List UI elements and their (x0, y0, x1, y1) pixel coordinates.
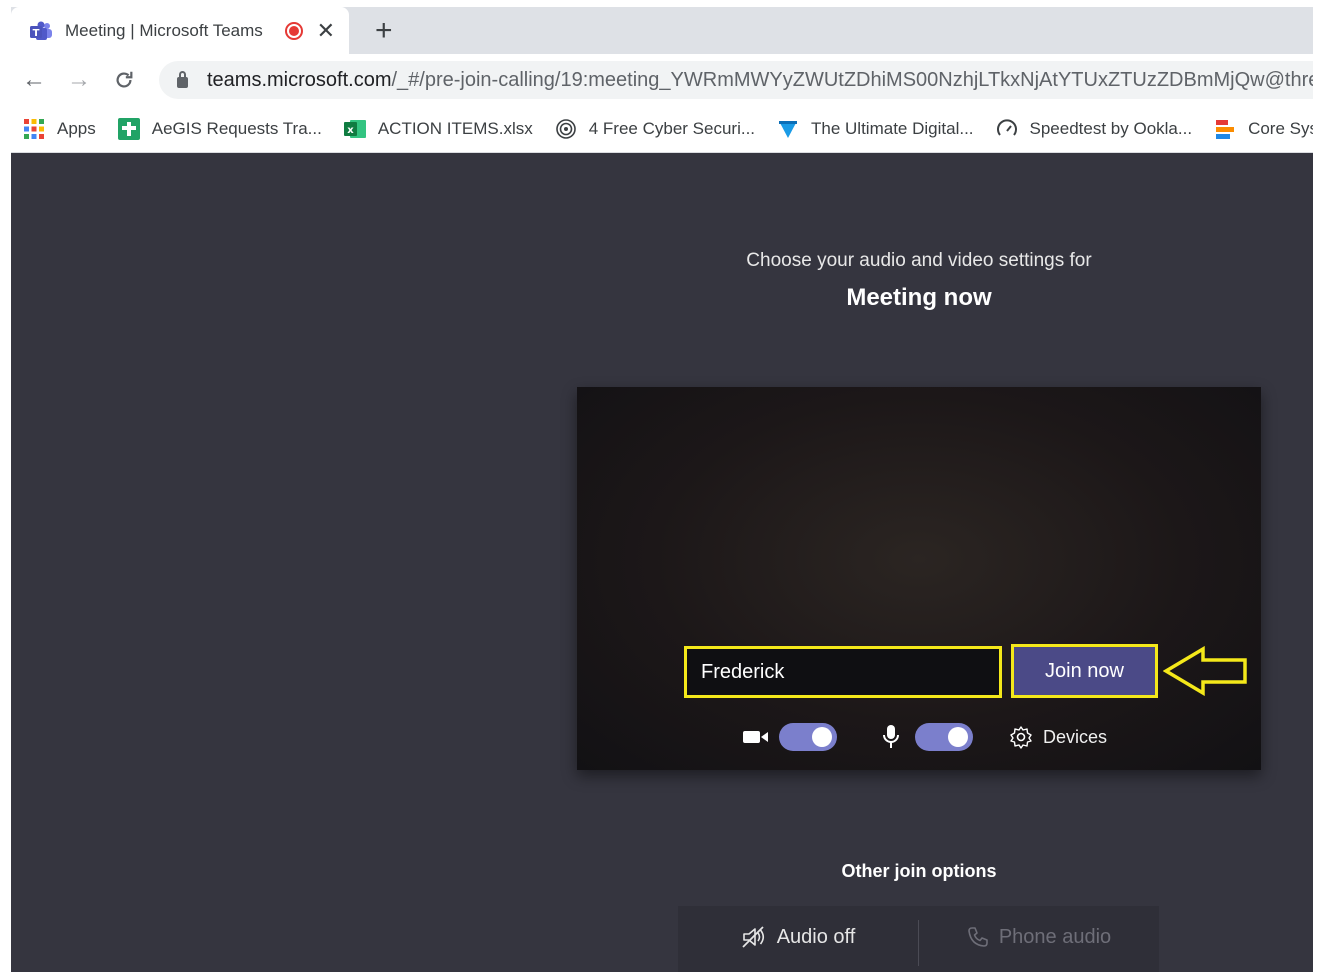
url-path: /_#/pre-join-calling/19:meeting_YWRmMWYy… (391, 68, 1313, 91)
phone-audio-label: Phone audio (998, 925, 1112, 948)
phone-audio-option[interactable]: Phone audio (919, 906, 1159, 972)
join-now-button[interactable]: Join now (1011, 644, 1158, 698)
bookmark-label: The Ultimate Digital... (811, 119, 974, 138)
svg-text:T: T (33, 28, 40, 39)
phone-icon (968, 927, 988, 947)
audio-off-option[interactable]: Audio off (678, 906, 918, 972)
name-field[interactable] (684, 646, 1002, 698)
bookmark-ultimate-digital[interactable]: The Ultimate Digital... (777, 118, 974, 140)
bookmark-speedtest[interactable]: Speedtest by Ookla... (996, 118, 1193, 140)
browser-toolbar: ← → teams.microsoft.com/_#/pre-join-call… (11, 54, 1313, 106)
tab-close-icon[interactable]: ✕ (317, 19, 335, 42)
bookmark-label: Core Syste (1248, 119, 1313, 138)
bookmark-apps[interactable]: Apps (23, 118, 96, 140)
bookmark-core-systems[interactable]: Core Syste (1214, 118, 1313, 140)
recording-dot-icon (284, 21, 303, 40)
microphone-icon (883, 725, 899, 748)
teams-prejoin-page: Choose your audio and video settings for… (11, 153, 1313, 972)
bookmark-action-items[interactable]: x ACTION ITEMS.xlsx (343, 118, 533, 140)
excel-icon: x (343, 120, 366, 138)
join-now-label: Join now (1045, 659, 1124, 682)
svg-text:x: x (347, 125, 354, 136)
url-host: teams.microsoft.com (207, 68, 392, 91)
audio-off-label: Audio off (776, 925, 856, 948)
address-bar[interactable]: teams.microsoft.com/_#/pre-join-calling/… (159, 61, 1313, 99)
fingerprint-icon (555, 119, 576, 139)
bookmark-label: Apps (57, 119, 96, 138)
speedometer-icon (996, 119, 1017, 136)
bookmark-aegis[interactable]: AeGIS Requests Tra... (117, 118, 322, 140)
back-arrow-icon[interactable]: ← (17, 63, 51, 97)
devices-button[interactable]: Devices (1009, 725, 1107, 749)
yellow-arrow-icon (1163, 646, 1247, 696)
bookmark-cyber-security[interactable]: 4 Free Cyber Securi... (555, 118, 755, 140)
url-text: teams.microsoft.com/_#/pre-join-calling/… (207, 69, 1313, 92)
bookmark-label: ACTION ITEMS.xlsx (377, 119, 533, 138)
lock-icon (177, 70, 188, 88)
apps-grid-icon (24, 119, 44, 139)
devices-label: Devices (1043, 726, 1108, 747)
forward-arrow-icon[interactable]: → (62, 63, 96, 97)
camera-icon (743, 731, 768, 743)
teams-icon: T (30, 21, 52, 40)
bookmark-label: AeGIS Requests Tra... (151, 119, 322, 138)
bookmark-label: 4 Free Cyber Securi... (588, 119, 756, 138)
camera-toggle[interactable] (779, 723, 837, 751)
prejoin-intro-text: Choose your audio and video settings for (746, 250, 1092, 271)
other-join-options: Audio off Phone audio (678, 906, 1159, 972)
green-plus-icon (117, 118, 140, 140)
tab-title: Meeting | Microsoft Teams (65, 20, 263, 40)
blue-v-icon (779, 121, 798, 138)
new-tab-button[interactable]: + (375, 16, 393, 46)
microphone-toggle[interactable] (915, 723, 973, 751)
bookmarks-bar: Apps AeGIS Requests Tra... x ACTION ITEM… (11, 106, 1313, 153)
tab-teams-meeting[interactable]: T Meeting | Microsoft Teams ✕ (11, 7, 349, 54)
video-preview: Join now Devices (577, 387, 1261, 770)
other-join-options-title: Other join options (841, 861, 997, 881)
av-controls: Devices (743, 723, 1107, 751)
bookmark-label: Speedtest by Ookla... (1029, 119, 1193, 138)
reload-icon[interactable] (107, 63, 141, 97)
meeting-title: Meeting now (846, 284, 992, 311)
name-input[interactable] (701, 660, 999, 684)
browser-window: T Meeting | Microsoft Teams ✕ + ← → team… (11, 7, 1313, 972)
stack-icon (1216, 120, 1235, 139)
speaker-off-icon (742, 926, 764, 948)
tab-strip: T Meeting | Microsoft Teams ✕ + (11, 7, 1313, 54)
gear-icon (1010, 726, 1032, 749)
